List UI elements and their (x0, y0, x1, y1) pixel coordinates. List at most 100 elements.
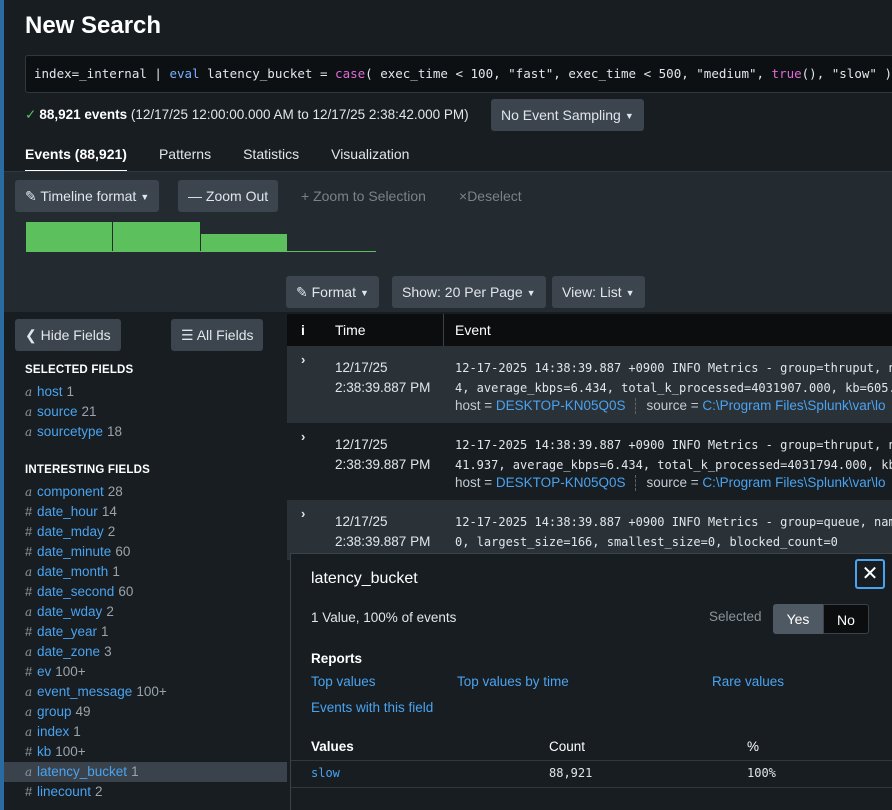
selected-fields-heading: SELECTED FIELDS (25, 364, 134, 376)
reports-heading: Reports (311, 651, 363, 666)
events-table-header: i Time Event (287, 314, 892, 346)
field-name[interactable]: date_second (37, 584, 114, 599)
field-item-group[interactable]: a group 49 (25, 702, 91, 722)
field-count: 18 (107, 424, 123, 439)
zoom-to-selection-button[interactable]: + Zoom to Selection (301, 188, 426, 204)
field-name[interactable]: kb (37, 744, 51, 759)
string-type-icon: a (25, 425, 33, 439)
event-line: 0, largest_size=166, smallest_size=0, bl… (455, 535, 838, 549)
field-name[interactable]: latency_bucket (37, 764, 127, 779)
field-count: 1 (131, 764, 139, 779)
expand-row-icon[interactable]: › (301, 429, 305, 444)
tab-events[interactable]: Events (88,921) (25, 146, 127, 173)
field-item-date-month[interactable]: a date_month 1 (25, 562, 120, 582)
search-input[interactable]: index=_internal | eval latency_bucket = … (25, 55, 892, 93)
timeline-bar[interactable] (26, 222, 112, 252)
source-value[interactable]: C:\Program Files\Splunk\var\lo (702, 398, 885, 413)
check-icon: ✓ (25, 107, 37, 122)
rare-values-link[interactable]: Rare values (712, 674, 784, 689)
hide-fields-button[interactable]: ❮ Hide Fields (15, 319, 121, 351)
event-line: 12-17-2025 14:38:39.887 +0900 INFO Metri… (455, 515, 892, 529)
value-count: 88,921 (549, 766, 593, 780)
field-item-component[interactable]: a component 28 (25, 482, 123, 502)
table-row: › 12/17/25 2:38:39.887 PM 12-17-2025 14:3… (287, 423, 892, 500)
field-item-host[interactable]: a host 1 (25, 382, 74, 402)
numeric-type-icon: # (25, 784, 33, 799)
event-line: 4, average_kbps=6.434, total_k_processed… (455, 381, 892, 395)
event-date: 12/17/25 (335, 437, 388, 452)
field-item-date-minute[interactable]: # date_minute 60 (25, 542, 130, 562)
field-name[interactable]: date_month (37, 564, 108, 579)
selected-no-toggle[interactable]: No (823, 604, 869, 634)
field-item-date-mday[interactable]: # date_mday 2 (25, 522, 115, 542)
field-name[interactable]: ev (37, 664, 51, 679)
field-name[interactable]: date_hour (37, 504, 98, 519)
field-item-event-message[interactable]: a event_message 100+ (25, 682, 167, 702)
field-name[interactable]: date_zone (37, 644, 100, 659)
timeline-bar[interactable] (201, 234, 287, 252)
field-item-ev[interactable]: # ev 100+ (25, 662, 86, 682)
values-column-header: Values (311, 739, 354, 754)
source-key: source = (646, 475, 699, 490)
chevron-left-icon: ❮ (25, 327, 37, 343)
deselect-button[interactable]: ×Deselect (459, 188, 522, 204)
pencil-icon: ✎ (296, 284, 308, 300)
field-name[interactable]: component (37, 484, 104, 499)
view-dropdown[interactable]: View: List ▼ (552, 276, 645, 308)
field-name[interactable]: date_mday (37, 524, 104, 539)
field-item-latency-bucket[interactable]: a latency_bucket 1 (4, 762, 287, 782)
value-link[interactable]: slow (311, 766, 340, 780)
source-value[interactable]: C:\Program Files\Splunk\var\lo (702, 475, 885, 490)
top-values-by-time-link[interactable]: Top values by time (457, 674, 569, 689)
all-fields-button[interactable]: ☰ All Fields (171, 319, 264, 351)
per-page-dropdown[interactable]: Show: 20 Per Page ▼ (392, 276, 546, 308)
close-icon[interactable]: ✕ (855, 559, 885, 589)
field-name[interactable]: date_wday (37, 604, 102, 619)
event-sampling-dropdown[interactable]: No Event Sampling ▼ (491, 99, 644, 131)
field-item-date-year[interactable]: # date_year 1 (25, 622, 109, 642)
field-name[interactable]: linecount (37, 784, 91, 799)
timeline-format-button[interactable]: ✎ Timeline format ▼ (15, 180, 160, 212)
hide-fields-label: Hide Fields (40, 327, 111, 343)
field-item-date-hour[interactable]: # date_hour 14 (25, 502, 117, 522)
string-type-icon: a (25, 765, 33, 779)
field-name[interactable]: date_year (37, 624, 97, 639)
field-name[interactable]: group (37, 704, 72, 719)
format-button[interactable]: ✎ Format ▼ (286, 276, 379, 308)
field-name[interactable]: host (37, 384, 63, 399)
tab-statistics[interactable]: Statistics (243, 146, 299, 173)
expand-row-icon[interactable]: › (301, 352, 305, 367)
expand-row-icon[interactable]: › (301, 506, 305, 521)
host-value[interactable]: DESKTOP-KN05Q0S (496, 398, 626, 413)
zoom-out-button[interactable]: — Zoom Out (178, 180, 279, 212)
event-column-header: Event (455, 322, 491, 338)
field-item-date-second[interactable]: # date_second 60 (25, 582, 133, 602)
field-name[interactable]: sourcetype (37, 424, 103, 439)
tab-patterns[interactable]: Patterns (159, 146, 211, 173)
time-column-header[interactable]: Time (335, 314, 366, 346)
field-name[interactable]: event_message (37, 684, 132, 699)
field-name[interactable]: index (37, 724, 69, 739)
field-item-linecount[interactable]: # linecount 2 (25, 782, 103, 802)
field-name[interactable]: date_minute (37, 544, 111, 559)
host-value[interactable]: DESKTOP-KN05Q0S (496, 475, 626, 490)
field-item-kb[interactable]: # kb 100+ (25, 742, 86, 762)
table-row: › 12/17/25 2:38:39.887 PM 12-17-2025 14:3… (287, 346, 892, 423)
field-name[interactable]: source (37, 404, 78, 419)
field-count: 100+ (136, 684, 167, 699)
field-count: 3 (104, 644, 112, 659)
events-with-field-link[interactable]: Events with this field (311, 700, 433, 715)
field-item-source[interactable]: a source 21 (25, 402, 97, 422)
tab-visualization[interactable]: Visualization (331, 146, 409, 173)
divider (635, 398, 637, 415)
timeline-bar[interactable] (113, 222, 200, 252)
field-item-date-wday[interactable]: a date_wday 2 (25, 602, 114, 622)
field-item-index[interactable]: a index 1 (25, 722, 81, 742)
field-item-date-zone[interactable]: a date_zone 3 (25, 642, 112, 662)
popover-title: latency_bucket (311, 570, 418, 587)
zoom-out-label: Zoom Out (205, 188, 269, 204)
field-item-sourcetype[interactable]: a sourcetype 18 (25, 422, 122, 442)
top-values-link[interactable]: Top values (311, 674, 376, 689)
string-type-icon: a (25, 725, 33, 739)
selected-yes-toggle[interactable]: Yes (773, 604, 823, 634)
